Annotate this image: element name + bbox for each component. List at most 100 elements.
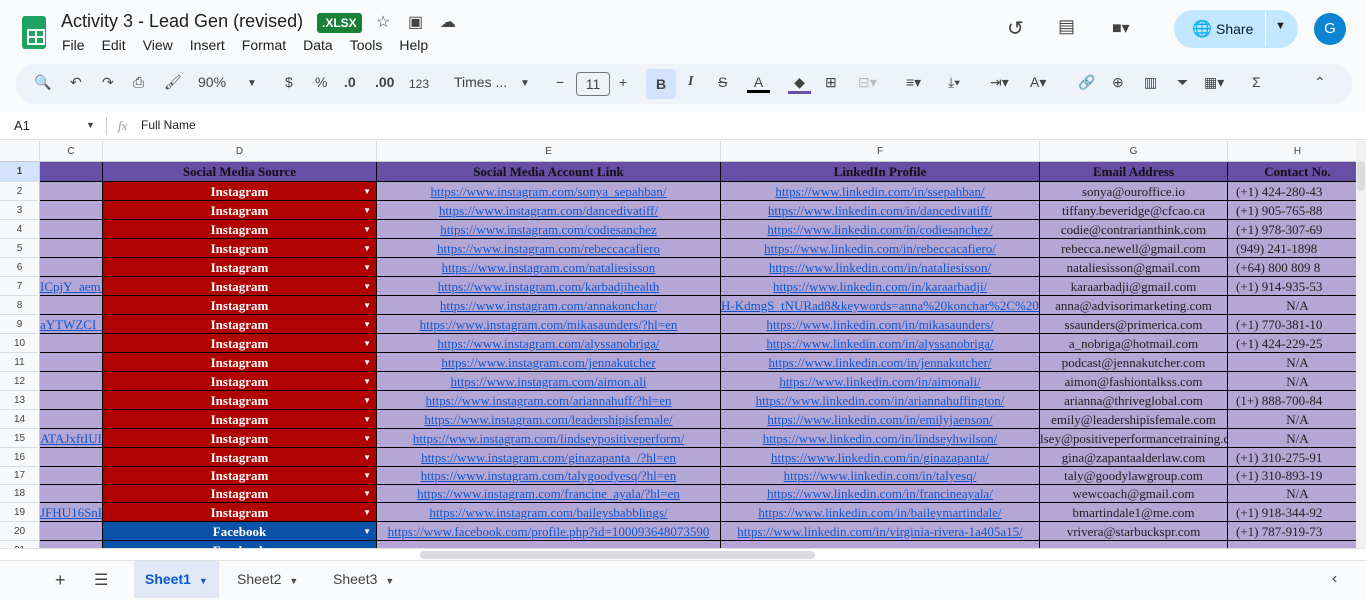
name-box-dropdown-icon[interactable]: ▼ <box>86 120 95 130</box>
column-header-G[interactable]: G <box>1040 141 1228 162</box>
phone-cell[interactable]: N/A <box>1228 353 1356 372</box>
dropdown-arrow-icon[interactable]: ▼ <box>363 429 371 447</box>
dropdown-arrow-icon[interactable]: ▼ <box>363 467 371 484</box>
sheet-tab-dropdown-icon[interactable]: ▼ <box>289 576 298 586</box>
dropdown-arrow-icon[interactable]: ▼ <box>363 239 371 257</box>
sheet-tab-sheet3[interactable]: Sheet3 ▼ <box>322 561 405 598</box>
email-cell[interactable]: podcast@jennakutcher.com <box>1040 353 1228 372</box>
dropdown-arrow-icon[interactable]: ▼ <box>363 391 371 409</box>
dropdown-arrow-icon[interactable]: ▼ <box>363 258 371 276</box>
menu-view[interactable]: View <box>143 37 173 53</box>
paint-format-icon[interactable]: 🖌 <box>164 74 182 91</box>
phone-cell[interactable]: (+1) 424-280-43 <box>1228 182 1356 201</box>
social-link[interactable]: https://www.instagram.com/aimon.ali <box>377 372 721 391</box>
borders-icon[interactable]: ⊞ <box>825 74 837 91</box>
share-dropdown-icon[interactable]: ▼ <box>1275 20 1286 32</box>
row-header[interactable]: 7 <box>0 277 40 296</box>
cell-c[interactable] <box>40 201 103 220</box>
row-header[interactable]: 2 <box>0 182 40 201</box>
social-link[interactable]: https://www.instagram.com/francine_ayala… <box>377 485 721 503</box>
column-header-C[interactable]: C <box>40 141 103 162</box>
email-cell[interactable] <box>1040 541 1228 548</box>
row-header[interactable]: 17 <box>0 467 40 485</box>
comment-icon[interactable]: ⊕ <box>1112 74 1124 91</box>
header-cell[interactable]: Contact No. <box>1228 162 1356 182</box>
horizontal-scrollbar[interactable] <box>0 548 1366 560</box>
linkedin-link[interactable]: https://www.linkedin.com/in/ariannahuffi… <box>721 391 1040 410</box>
cell-c[interactable] <box>40 182 103 201</box>
header-cell[interactable]: Social Media Account Link <box>377 162 721 182</box>
phone-cell[interactable]: (+1) 918-344-92 <box>1228 503 1356 522</box>
phone-cell[interactable]: (+64) 800 809 8 <box>1228 258 1356 277</box>
vertical-align-icon[interactable]: ⤓▾ <box>948 74 960 91</box>
linkedin-link[interactable] <box>721 541 1040 548</box>
dropdown-arrow-icon[interactable]: ▼ <box>363 220 371 238</box>
row-header[interactable]: 20 <box>0 522 40 541</box>
phone-cell[interactable]: (+1) 310-275-91 <box>1228 448 1356 467</box>
cell-c[interactable] <box>40 372 103 391</box>
dropdown-arrow-icon[interactable]: ▼ <box>363 353 371 371</box>
linkedin-link[interactable]: https://www.linkedin.com/in/ginazapanta/ <box>721 448 1040 467</box>
collapse-toolbar-icon[interactable]: ⌃ <box>1314 74 1326 91</box>
phone-cell[interactable]: N/A <box>1228 296 1356 315</box>
source-dropdown[interactable]: Instagram ▼ <box>103 353 377 372</box>
column-header-D[interactable]: D <box>103 141 377 162</box>
source-dropdown[interactable]: Instagram ▼ <box>103 201 377 220</box>
email-cell[interactable]: tiffany.beveridge@cfcao.ca <box>1040 201 1228 220</box>
cell-c[interactable] <box>40 239 103 258</box>
comments-icon[interactable]: ▤ <box>1058 16 1075 37</box>
row-header[interactable]: 4 <box>0 220 40 239</box>
formula-input[interactable]: Full Name <box>141 118 196 132</box>
linkedin-link[interactable]: https://www.linkedin.com/in/jennakutcher… <box>721 353 1040 372</box>
phone-cell[interactable]: N/A <box>1228 410 1356 429</box>
filter-views-icon[interactable]: ▦▾ <box>1204 74 1224 91</box>
row-header[interactable]: 5 <box>0 239 40 258</box>
phone-cell[interactable]: (+1) 310-893-19 <box>1228 467 1356 485</box>
row-header[interactable]: 6 <box>0 258 40 277</box>
cell-c[interactable]: ATAJxftIUI <box>40 429 103 448</box>
increase-decimal-button[interactable]: .00 <box>375 74 394 90</box>
cell-c[interactable]: aYTWZCI_ <box>40 315 103 334</box>
linkedin-link[interactable]: https://www.linkedin.com/in/emilyjaenson… <box>721 410 1040 429</box>
social-link[interactable]: https://www.instagram.com/ariannahuff/?h… <box>377 391 721 410</box>
source-dropdown[interactable]: Instagram ▼ <box>103 448 377 467</box>
email-cell[interactable]: sonya@ouroffice.io <box>1040 182 1228 201</box>
menu-file[interactable]: File <box>62 37 85 53</box>
percent-button[interactable]: % <box>315 74 327 90</box>
name-box[interactable]: A1 <box>14 118 30 133</box>
linkedin-link[interactable]: https://www.linkedin.com/in/dancedivatif… <box>721 201 1040 220</box>
row-header[interactable]: 16 <box>0 448 40 467</box>
cell-c[interactable] <box>40 220 103 239</box>
email-cell[interactable]: codie@contrarianthink.com <box>1040 220 1228 239</box>
social-link[interactable]: https://www.instagram.com/codiesanchez <box>377 220 721 239</box>
linkedin-link[interactable]: https://www.linkedin.com/in/rebeccacafie… <box>721 239 1040 258</box>
cell-c[interactable] <box>40 334 103 353</box>
social-link[interactable]: https://www.instagram.com/mikasaunders/?… <box>377 315 721 334</box>
email-cell[interactable]: ssaunders@primerica.com <box>1040 315 1228 334</box>
cell-c[interactable] <box>40 448 103 467</box>
email-cell[interactable]: lsey@positiveperformancetraining.c <box>1040 429 1228 448</box>
linkedin-link[interactable]: https://www.linkedin.com/in/aimonali/ <box>721 372 1040 391</box>
source-dropdown[interactable]: Instagram ▼ <box>103 239 377 258</box>
linkedin-link[interactable]: https://www.linkedin.com/in/virginia-riv… <box>721 522 1040 541</box>
text-color-icon[interactable]: A <box>747 74 770 93</box>
phone-cell[interactable]: (+1) 905-765-88 <box>1228 201 1356 220</box>
decrease-decimal-button[interactable]: .0 <box>344 74 356 90</box>
dropdown-arrow-icon[interactable]: ▼ <box>363 485 371 502</box>
row-header[interactable]: 12 <box>0 372 40 391</box>
text-wrap-icon[interactable]: ⇥▾ <box>990 74 1009 91</box>
header-cell[interactable]: Email Address <box>1040 162 1228 182</box>
source-dropdown[interactable]: Facebook▼ <box>103 541 377 548</box>
social-link[interactable]: https://www.instagram.com/nataliesisson <box>377 258 721 277</box>
source-dropdown[interactable]: Instagram ▼ <box>103 334 377 353</box>
linkedin-link[interactable]: https://www.linkedin.com/in/nataliesisso… <box>721 258 1040 277</box>
linkedin-link[interactable]: https://www.linkedin.com/in/talyesq/ <box>721 467 1040 485</box>
horizontal-align-icon[interactable]: ≡▾ <box>906 74 921 91</box>
row-header[interactable]: 8 <box>0 296 40 315</box>
linkedin-link[interactable]: https://www.linkedin.com/in/codiesanchez… <box>721 220 1040 239</box>
row-header[interactable]: 18 <box>0 485 40 503</box>
phone-cell[interactable]: (+1) 424-229-25 <box>1228 334 1356 353</box>
linkedin-link[interactable]: https://www.linkedin.com/in/francineayal… <box>721 485 1040 503</box>
cell-c[interactable] <box>40 467 103 485</box>
source-dropdown[interactable]: Instagram ▼ <box>103 372 377 391</box>
